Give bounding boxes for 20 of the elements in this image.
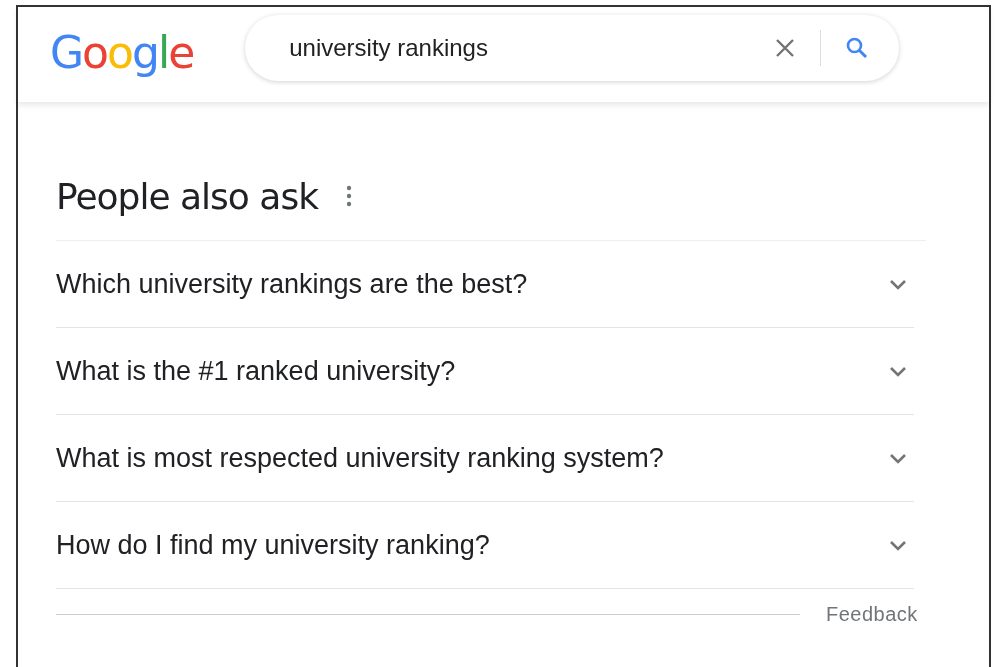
question-row[interactable]: How do I find my university ranking? <box>56 502 914 589</box>
chevron-down-icon <box>888 452 908 464</box>
close-icon <box>774 36 797 59</box>
google-logo[interactable]: Google <box>50 27 194 78</box>
question-text: Which university rankings are the best? <box>56 268 528 300</box>
search-field[interactable]: university rankings <box>287 32 769 63</box>
section-title: People also ask <box>56 175 318 217</box>
chevron-down-icon <box>888 365 908 377</box>
question-text: How do I find my university ranking? <box>56 529 490 561</box>
search-icon <box>845 35 870 60</box>
more-options-icon[interactable] <box>346 185 352 207</box>
chevron-down-icon <box>888 539 908 551</box>
question-row[interactable]: What is most respected university ranking system? <box>56 415 914 502</box>
question-text: What is most respected university ranking system? <box>56 442 664 474</box>
chevron-down-icon <box>888 278 908 290</box>
question-text: What is the #1 ranked university? <box>56 355 456 387</box>
feedback-link[interactable]: Feedback <box>826 603 918 626</box>
search-bar[interactable]: university rankings <box>245 14 900 81</box>
question-row[interactable]: What is the #1 ranked university? <box>56 328 914 415</box>
question-row[interactable]: Which university rankings are the best? <box>56 241 914 328</box>
